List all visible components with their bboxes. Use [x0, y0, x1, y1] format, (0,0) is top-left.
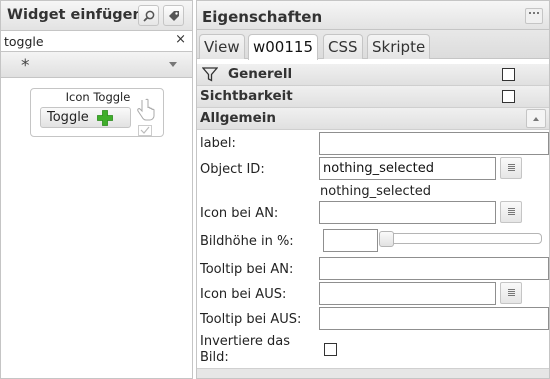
widget-search-row: ×: [1, 31, 192, 52]
hand-pointer-icon: [137, 98, 155, 121]
label-field-label: label:: [200, 136, 236, 151]
panel-menu-button[interactable]: [525, 8, 543, 24]
icon-aus-select-button[interactable]: [500, 282, 522, 304]
section-allgemein-label: Allgemein: [200, 110, 276, 126]
tag-icon: [169, 11, 179, 21]
magnifier-icon: [143, 10, 155, 22]
section-allgemein[interactable]: Allgemein: [197, 108, 549, 130]
tooltip-aus-input[interactable]: [319, 307, 549, 330]
properties-panel: Eigenschaften View w00115 CSS Skripte Ge…: [196, 0, 550, 379]
collapse-section-button[interactable]: [526, 109, 546, 128]
widget-panel-title: Widget einfügen: [7, 7, 143, 23]
section-generell[interactable]: Generell: [197, 64, 549, 86]
tab-view[interactable]: View: [199, 34, 245, 59]
bildhoehe-input[interactable]: [323, 229, 378, 252]
widget-preview-label: Toggle: [47, 110, 89, 125]
object-id-select-button[interactable]: [500, 157, 522, 179]
filter-icon: [202, 67, 218, 82]
invertiere-label-line2: Bild:: [200, 350, 229, 365]
section-generell-label: Generell: [228, 66, 293, 82]
widget-panel: Widget einfügen × * Icon Toggle Toggle: [0, 0, 193, 379]
properties-tabs: View w00115 CSS Skripte: [197, 30, 549, 60]
search-button[interactable]: [138, 5, 159, 26]
chevron-down-icon: [169, 62, 177, 67]
icon-an-label: Icon bei AN:: [200, 206, 279, 221]
icon-an-input[interactable]: [319, 201, 496, 224]
properties-panel-header: Eigenschaften: [197, 1, 549, 30]
section-sichtbarkeit-label: Sichtbarkeit: [200, 88, 293, 104]
widget-filter-select[interactable]: *: [1, 52, 192, 78]
dots-icon: [529, 12, 539, 14]
tab-widget-id[interactable]: w00115: [248, 34, 318, 60]
label-input[interactable]: [319, 132, 549, 155]
section-sichtbarkeit[interactable]: Sichtbarkeit: [197, 86, 549, 108]
tab-css[interactable]: CSS: [323, 34, 363, 59]
icon-an-select-button[interactable]: [500, 201, 522, 223]
section-sichtbarkeit-checkbox[interactable]: [502, 90, 515, 103]
invertiere-label-line1: Invertiere das: [200, 334, 290, 349]
section-generell-checkbox[interactable]: [502, 68, 515, 81]
invertiere-checkbox[interactable]: [324, 343, 337, 356]
tag-filter-button[interactable]: [163, 5, 184, 26]
plus-icon: [97, 110, 113, 126]
bildhoehe-slider[interactable]: [380, 233, 542, 244]
widget-search-input[interactable]: [4, 32, 164, 50]
tooltip-an-label: Tooltip bei AN:: [200, 262, 294, 277]
tooltip-aus-label: Tooltip bei AUS:: [200, 312, 302, 327]
bildhoehe-slider-handle[interactable]: [379, 231, 394, 247]
object-id-hint: nothing_selected: [320, 184, 432, 199]
clear-search-icon[interactable]: ×: [175, 32, 186, 47]
widget-filter-value: *: [21, 56, 30, 76]
widget-preview-toggle-button[interactable]: Toggle: [40, 107, 131, 128]
widget-panel-header: Widget einfügen: [1, 1, 192, 31]
horizontal-scrollbar[interactable]: [197, 368, 549, 378]
widget-item-icon-toggle[interactable]: Icon Toggle Toggle: [30, 88, 164, 137]
icon-aus-input[interactable]: [319, 282, 496, 305]
object-id-label: Object ID:: [200, 162, 265, 177]
tab-skripte[interactable]: Skripte: [367, 34, 431, 59]
object-id-input[interactable]: [319, 157, 496, 180]
tooltip-an-input[interactable]: [319, 257, 549, 280]
icon-aus-label: Icon bei AUS:: [200, 287, 287, 302]
bildhoehe-label: Bildhöhe in %:: [200, 234, 294, 249]
checkmark-icon: [138, 125, 152, 136]
properties-panel-title: Eigenschaften: [202, 8, 323, 26]
properties-content: Generell Sichtbarkeit Allgemein label: O…: [197, 60, 549, 378]
